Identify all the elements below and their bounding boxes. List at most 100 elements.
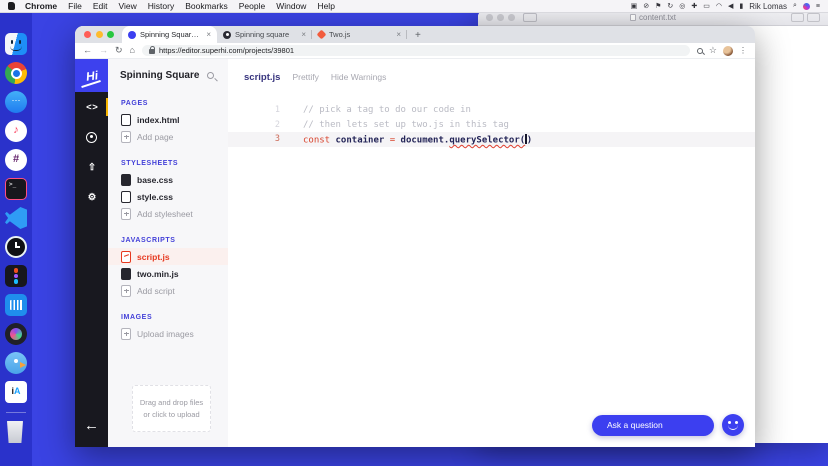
file-item-base-css[interactable]: base.css: [108, 171, 228, 188]
user-menu[interactable]: Rik Lomas: [749, 2, 787, 11]
menu-item-window[interactable]: Window: [276, 1, 306, 11]
prettify-button[interactable]: Prettify: [292, 72, 318, 82]
do-not-disturb-icon[interactable]: ⊘: [643, 2, 649, 10]
apple-icon[interactable]: [8, 2, 15, 10]
figma-dock-icon[interactable]: [5, 265, 27, 287]
add-stylesheet-button[interactable]: Add stylesheet: [108, 205, 228, 222]
tab-spinning-square-preview[interactable]: Spinning square ×: [217, 26, 312, 43]
close-tab-icon[interactable]: ×: [301, 30, 306, 39]
file-dropzone[interactable]: Drag and drop files or click to upload: [132, 385, 211, 432]
volume-icon[interactable]: ◀: [728, 2, 733, 10]
superhi-logo[interactable]: Hi: [75, 59, 108, 92]
window-traffic-lights[interactable]: [75, 31, 122, 43]
file-item-style-css[interactable]: style.css: [108, 188, 228, 205]
battery-icon[interactable]: ▮: [739, 2, 743, 10]
menu-item-file[interactable]: File: [68, 1, 82, 11]
file-item-two-min-js[interactable]: two.min.js: [108, 265, 228, 282]
file-icon: [121, 190, 131, 203]
notification-center-icon[interactable]: ≡: [816, 3, 820, 10]
window-toolbar-buttons[interactable]: [791, 13, 820, 22]
display-icon[interactable]: ▭: [703, 2, 710, 10]
hide-warnings-button[interactable]: Hide Warnings: [331, 72, 386, 82]
chrome-dock-icon[interactable]: [5, 62, 27, 84]
close-tab-icon[interactable]: ×: [396, 30, 401, 39]
dock: ⋯ ♪ # >_ iA: [0, 13, 32, 466]
profile-avatar[interactable]: [723, 45, 733, 56]
browser-toolbar: ← → ↻ ⌂ https://editor.superhi.com/proje…: [75, 43, 755, 59]
file-item-index-html[interactable]: index.html: [108, 111, 228, 128]
search-icon[interactable]: [207, 72, 214, 79]
chat-smiley-button[interactable]: [722, 414, 744, 436]
share-button[interactable]: ⇧: [75, 152, 108, 182]
close-tab-icon[interactable]: ×: [206, 30, 211, 39]
code-line-2[interactable]: 2 // then lets set up two.js in this tag: [228, 118, 755, 133]
terminal-icon: >_: [5, 178, 27, 200]
menu-item-view[interactable]: View: [118, 1, 136, 11]
new-tab-button[interactable]: +: [407, 30, 429, 43]
code-area[interactable]: 1 // pick a tag to do our code in 2 // t…: [228, 103, 755, 147]
spotlight-search-icon[interactable]: ⌕: [793, 2, 797, 10]
slack-dock-icon[interactable]: #: [5, 149, 27, 171]
minimize-window-button[interactable]: [95, 31, 103, 38]
clock-app-dock-icon[interactable]: [5, 236, 27, 258]
twitterrific-dock-icon[interactable]: [5, 352, 27, 374]
vscode-dock-icon[interactable]: [5, 207, 27, 229]
settings-button[interactable]: ⚙: [75, 182, 108, 212]
code-view-button[interactable]: < >: [75, 92, 108, 122]
finder-dock-icon[interactable]: [5, 33, 27, 55]
menu-app-name[interactable]: Chrome: [25, 1, 57, 11]
messages-dock-icon[interactable]: ⋯: [5, 91, 27, 113]
menu-item-bookmarks[interactable]: Bookmarks: [185, 1, 228, 11]
reload-button[interactable]: ↻: [115, 46, 123, 55]
zoom-page-icon[interactable]: [696, 47, 703, 54]
code-line-1[interactable]: 1 // pick a tag to do our code in: [228, 103, 755, 118]
close-window-button[interactable]: [84, 31, 91, 38]
time-machine-icon[interactable]: ◎: [679, 2, 685, 10]
bookmark-star-icon[interactable]: ☆: [709, 46, 717, 55]
terminal-dock-icon[interactable]: >_: [5, 178, 27, 200]
screen-capture-icon[interactable]: ▣: [631, 2, 638, 10]
file-sidebar: Spinning Square PAGES index.html Add pag…: [108, 59, 228, 447]
add-page-button[interactable]: Add page: [108, 128, 228, 145]
onepassword-icon[interactable]: ⚑: [655, 2, 661, 10]
tab-strip: Spinning Square - SuperHi × Spinning squ…: [75, 26, 755, 43]
music-dock-icon[interactable]: ♪: [5, 120, 27, 142]
back-button[interactable]: ←: [83, 46, 92, 55]
twojs-favicon: [316, 29, 327, 40]
sync-icon[interactable]: ↻: [667, 2, 673, 10]
zoom-window-button[interactable]: [107, 31, 114, 38]
line-number: 3: [274, 134, 280, 145]
add-script-button[interactable]: Add script: [108, 282, 228, 299]
eye-icon: [86, 131, 97, 143]
forward-button[interactable]: →: [99, 46, 108, 55]
figma-icon: [5, 265, 27, 287]
url-text[interactable]: https://editor.superhi.com/projects/3980…: [159, 46, 294, 55]
intercom-dock-icon[interactable]: [5, 294, 27, 316]
home-button[interactable]: ⌂: [130, 46, 135, 55]
code-editor[interactable]: script.js Prettify Hide Warnings 1 // pi…: [228, 59, 755, 447]
file-item-script-js[interactable]: script.js: [108, 248, 228, 265]
menu-item-history[interactable]: History: [148, 1, 174, 11]
browser-menu-icon[interactable]: ⋮: [739, 46, 747, 55]
code-icon: < >: [86, 101, 98, 113]
preview-button[interactable]: [75, 122, 108, 152]
code-line-3-active[interactable]: 3 const container = document.querySelect…: [228, 132, 755, 147]
lock-icon: [148, 46, 155, 54]
tab-spinning-square-superhi[interactable]: Spinning Square - SuperHi ×: [122, 26, 217, 43]
screenflow-dock-icon[interactable]: [5, 323, 27, 345]
ia-writer-dock-icon[interactable]: iA: [5, 381, 27, 403]
siri-icon[interactable]: [802, 2, 810, 10]
menu-item-edit[interactable]: Edit: [93, 1, 108, 11]
menu-item-help[interactable]: Help: [317, 1, 334, 11]
chrome-icon: [5, 62, 27, 84]
trash-dock-icon[interactable]: [5, 421, 27, 443]
upload-images-button[interactable]: Upload images: [108, 325, 228, 342]
wifi-icon[interactable]: ◠: [716, 2, 722, 10]
address-bar[interactable]: https://editor.superhi.com/projects/3980…: [141, 45, 690, 56]
menu-item-people[interactable]: People: [239, 1, 265, 11]
line-number: 2: [274, 119, 280, 130]
tab-twojs[interactable]: Two.js ×: [312, 26, 407, 43]
airdrop-icon[interactable]: ✚: [691, 2, 697, 10]
ask-a-question-button[interactable]: Ask a question: [592, 414, 714, 436]
back-to-dashboard[interactable]: ←: [84, 417, 99, 447]
